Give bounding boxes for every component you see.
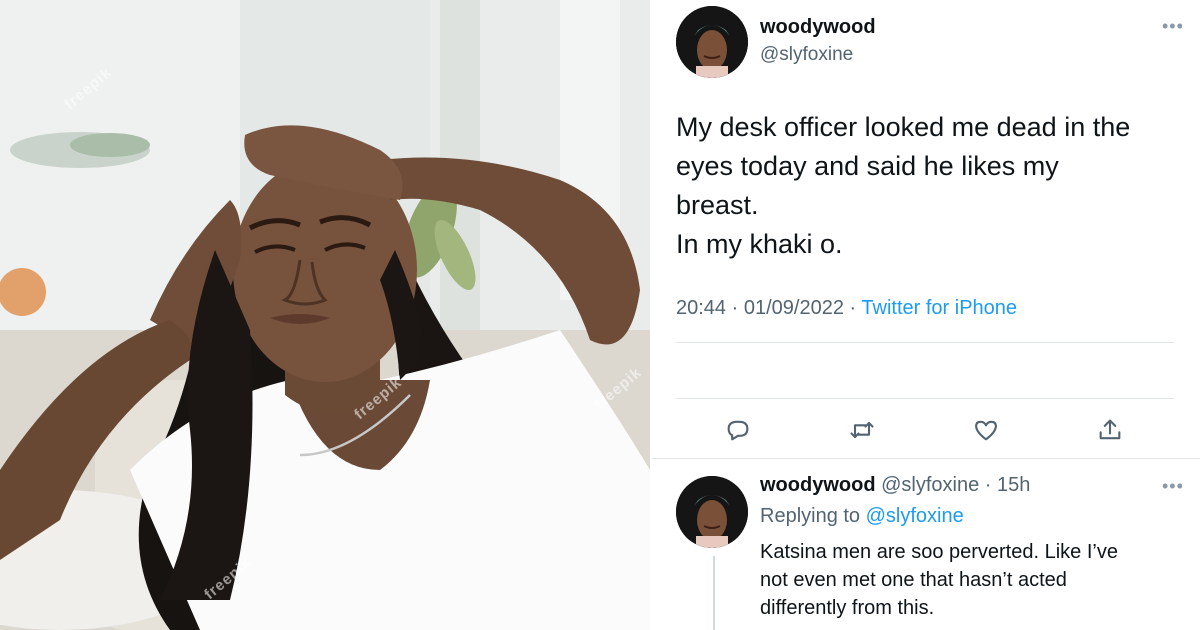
reply-text-line: differently from this. (760, 597, 935, 619)
reply-age[interactable]: 15h (997, 474, 1030, 496)
avatar-image (676, 6, 748, 78)
avatar[interactable] (676, 6, 748, 78)
divider (676, 342, 1174, 343)
reply-header: woodywood @slyfoxine · 15h (760, 474, 1030, 497)
reply-text-line: Katsina men are soo perverted. Like I’ve (760, 541, 1118, 563)
meta-separator: · (849, 297, 857, 319)
meta-separator: · (731, 297, 739, 319)
tweet-time[interactable]: 20:44 (676, 297, 726, 319)
tweet-text-line: My desk officer looked me dead in the (676, 112, 1131, 142)
stock-photo: freepik freepik freepik freepik (0, 0, 650, 630)
display-name[interactable]: woodywood (760, 16, 876, 39)
more-horizontal-icon[interactable]: ••• (1162, 16, 1184, 37)
tweet-text-line: In my khaki o. (676, 229, 843, 259)
replying-to-handle[interactable]: @slyfoxine (866, 505, 964, 527)
reply-text: Katsina men are soo perverted. Like I’ve… (760, 538, 1190, 622)
reply-icon[interactable] (724, 416, 752, 444)
replying-to: Replying to @slyfoxine (760, 505, 964, 528)
replying-to-label: Replying to (760, 505, 861, 527)
user-handle[interactable]: @slyfoxine (760, 44, 853, 66)
avatar-image (676, 476, 748, 548)
divider (652, 458, 1200, 459)
divider (676, 398, 1174, 399)
retweet-icon[interactable] (848, 416, 876, 444)
user-handle[interactable]: @slyfoxine (881, 474, 979, 496)
tweet-date[interactable]: 01/09/2022 (744, 297, 844, 319)
display-name[interactable]: woodywood (760, 474, 876, 496)
tweet-text-line: breast. (676, 190, 759, 220)
more-horizontal-icon[interactable]: ••• (1162, 476, 1184, 497)
tweet-text-line: eyes today and said he likes my (676, 151, 1059, 181)
reply-text-line: not even met one that hasn’t acted (760, 569, 1067, 591)
tweet-text: My desk officer looked me dead in the ey… (676, 108, 1186, 264)
thread-line (713, 556, 715, 630)
tweet-meta: 20:44 · 01/09/2022 · Twitter for iPhone (676, 297, 1017, 320)
photo-illustration (0, 0, 650, 630)
tweet-card: woodywood @slyfoxine ••• My desk officer… (652, 0, 1200, 630)
avatar[interactable] (676, 476, 748, 548)
like-icon[interactable] (972, 416, 1000, 444)
meta-separator: · (979, 474, 998, 496)
share-icon[interactable] (1096, 416, 1124, 444)
tweet-source-link[interactable]: Twitter for iPhone (861, 297, 1017, 319)
